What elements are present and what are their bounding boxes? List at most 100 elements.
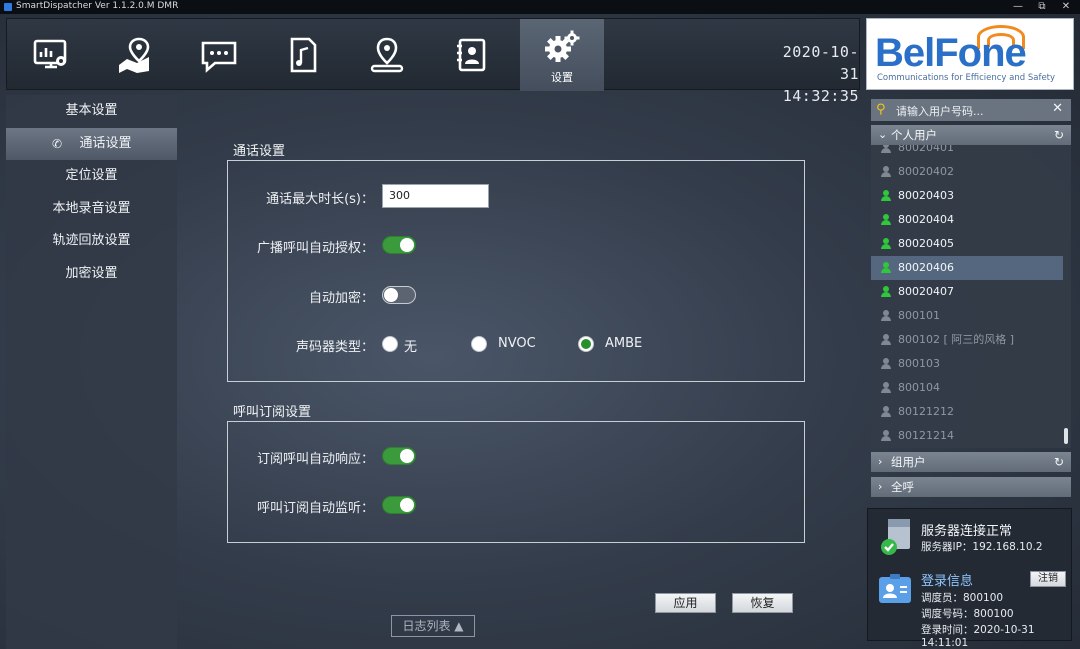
tool-messages[interactable]	[177, 19, 261, 91]
user-name: 80020402	[898, 165, 954, 178]
user-list-item[interactable]: 80020402	[871, 160, 1063, 184]
settings-sidebar: 基本设置 ✆ 通话设置 定位设置 本地录音设置 轨迹回放设置 加密设置	[6, 95, 177, 649]
toggle-knob	[400, 449, 414, 463]
group-label: 个人用户	[891, 128, 937, 142]
call-settings-panel: 通话最大时长(s)： 300 广播呼叫自动授权： 自动加密： 声码器类型： 无 …	[227, 160, 805, 382]
user-icon	[881, 166, 891, 178]
auto-monitor-toggle[interactable]	[382, 496, 416, 514]
user-icon	[881, 190, 891, 202]
sidebar-item-label: 轨迹回放设置	[52, 233, 131, 248]
tool-map[interactable]	[93, 19, 177, 91]
sidebar-item-call[interactable]: ✆ 通话设置	[6, 127, 177, 160]
user-list-item[interactable]: 80121212	[871, 400, 1063, 424]
user-search-bar[interactable]: ⚲ 请输入用户号码... ✕	[871, 99, 1071, 121]
max-duration-input[interactable]: 300	[382, 184, 489, 208]
message-icon	[201, 41, 237, 73]
user-name: 800102 [ 阿三的风格 ]	[898, 333, 1015, 346]
clock: 2020-10-31 14:32:35	[775, 41, 859, 107]
tool-settings[interactable]: 设置	[520, 19, 604, 91]
auto-response-toggle[interactable]	[382, 447, 416, 465]
log-list-toggle[interactable]: 日志列表 ▲	[391, 615, 475, 637]
user-name: 80020405	[898, 237, 954, 250]
sidebar-item-basic[interactable]: 基本设置	[6, 95, 177, 128]
maximize-button[interactable]: ⧉	[1030, 0, 1054, 14]
location-icon	[370, 37, 404, 73]
clear-search-icon[interactable]: ✕	[1052, 101, 1063, 116]
user-name: 80121212	[898, 405, 954, 418]
map-pin-icon	[119, 37, 150, 73]
vocoder-option-nvoc: NVOC	[498, 336, 536, 351]
group-label: 组用户	[891, 455, 926, 469]
restore-button[interactable]: 恢复	[732, 593, 793, 613]
logo-text: BelFone	[875, 31, 1027, 75]
call-settings-title: 通话设置	[233, 144, 286, 159]
vocoder-option-ambe: AMBE	[605, 336, 643, 351]
user-list-scrollbar[interactable]	[1064, 428, 1068, 444]
refresh-icon[interactable]: ↻	[1054, 125, 1064, 145]
status-panel: 服务器连接正常 服务器IP：192.168.10.2 登录信息 注销 调度员：8…	[867, 508, 1072, 649]
search-placeholder: 请输入用户号码...	[896, 105, 984, 118]
user-list-item[interactable]: 80020403	[871, 184, 1063, 208]
user-list-item[interactable]: 80020405	[871, 232, 1063, 256]
user-name: 80020404	[898, 213, 954, 226]
tool-location[interactable]	[345, 19, 429, 91]
tool-recordings[interactable]	[261, 19, 345, 91]
close-button[interactable]: ✕	[1054, 0, 1078, 14]
sidebar-item-location[interactable]: 定位设置	[6, 160, 177, 193]
group-group-users[interactable]: › 组用户 ↻	[871, 452, 1071, 472]
sidebar-item-label: 本地录音设置	[52, 200, 131, 216]
user-name: 80020406	[898, 261, 954, 274]
vocoder-label: 声码器类型：	[295, 340, 374, 355]
auto-encrypt-toggle[interactable]	[382, 286, 416, 304]
tool-settings-label: 设置	[551, 71, 573, 84]
user-name: 800104	[898, 381, 940, 394]
group-all-call[interactable]: › 全呼	[871, 477, 1071, 497]
operator-text: 调度员：800100	[921, 592, 1004, 604]
server-ok-icon	[881, 519, 910, 555]
sidebar-item-track-playback[interactable]: 轨迹回放设置	[6, 225, 177, 258]
phone-icon: ✆	[52, 136, 63, 151]
tool-monitor-settings[interactable]	[9, 19, 93, 91]
vocoder-radio-ambe[interactable]	[578, 336, 594, 352]
sidebar-item-encryption[interactable]: 加密设置	[6, 258, 177, 291]
login-time-text: 登录时间：2020-10-31 14:11:01	[921, 624, 1035, 649]
app-icon	[4, 3, 12, 11]
sidebar-item-label: 通话设置	[79, 135, 132, 151]
user-list-item[interactable]: 800104	[871, 376, 1063, 400]
user-list-item[interactable]: 800102 [ 阿三的风格 ]	[871, 328, 1063, 352]
vocoder-radio-none[interactable]	[382, 336, 398, 352]
broadcast-auth-toggle[interactable]	[382, 236, 416, 254]
sidebar-item-local-recording[interactable]: 本地录音设置	[6, 193, 177, 226]
apply-button[interactable]: 应用	[655, 593, 716, 613]
group-label: 全呼	[891, 480, 914, 494]
refresh-icon[interactable]: ↻	[1054, 452, 1064, 472]
user-name: 80020401	[898, 145, 954, 154]
user-list-item[interactable]: 800101	[871, 304, 1063, 328]
user-list-item[interactable]: 80020407	[871, 280, 1063, 304]
search-icon: ⚲	[876, 102, 886, 117]
chevron-right-icon: ›	[878, 455, 883, 468]
user-name: 800103	[898, 357, 940, 370]
server-ip-text: 服务器IP：192.168.10.2	[921, 541, 1043, 553]
user-icon	[881, 262, 891, 274]
user-icon	[881, 382, 891, 394]
user-list-item[interactable]: 80121214	[871, 424, 1063, 448]
tool-contacts[interactable]	[429, 19, 513, 91]
user-list-item[interactable]: 80020401	[871, 145, 1063, 160]
monitor-settings-icon	[33, 39, 67, 69]
user-icon	[881, 310, 891, 322]
id-card-icon	[879, 574, 911, 603]
vocoder-radio-nvoc[interactable]	[471, 336, 487, 352]
clock-date: 2020-10-31	[782, 43, 859, 83]
logout-button[interactable]: 注销	[1030, 571, 1066, 587]
subscription-settings-title: 呼叫订阅设置	[233, 405, 312, 420]
user-list-item[interactable]: 800103	[871, 352, 1063, 376]
minimize-button[interactable]: —	[1006, 0, 1030, 14]
chevron-down-icon: ⌄	[878, 128, 888, 141]
user-name: 80020407	[898, 285, 954, 298]
user-name: 80121214	[898, 429, 954, 442]
brand-logo: BelFone Communications for Efficiency an…	[866, 18, 1074, 90]
user-list-item[interactable]: 80020404	[871, 208, 1063, 232]
user-list-item[interactable]: 80020406	[871, 256, 1063, 280]
group-personal-users[interactable]: ⌄ 个人用户 ↻	[871, 125, 1071, 145]
